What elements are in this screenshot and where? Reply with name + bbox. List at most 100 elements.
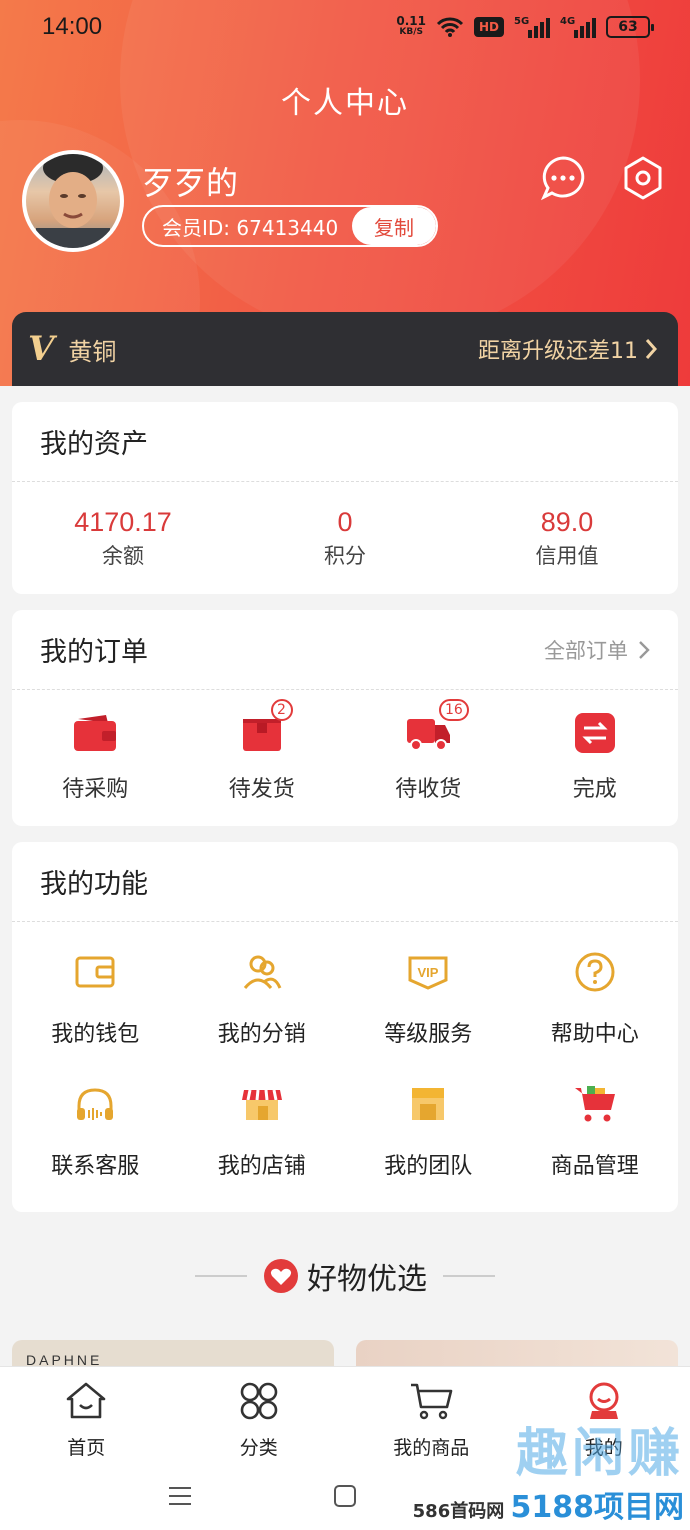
asset-value: 4170.17 (74, 506, 172, 537)
tab-label: 分类 (239, 1437, 278, 1459)
bottom-tab-bar: 首页 分类 我的商品 我的 (0, 1366, 690, 1462)
member-id-pill: 会员ID: 67413440 复制 (142, 205, 438, 247)
status-time: 14:00 (42, 13, 103, 40)
order-completed[interactable]: 完成 (512, 713, 679, 803)
wifi-icon (436, 17, 464, 37)
vip-level: 黄铜 (68, 337, 117, 366)
vip-logo-icon: V (28, 329, 55, 369)
grid-icon (240, 1382, 278, 1420)
func-label: 我的分销 (217, 1022, 306, 1047)
battery-icon: 63 (606, 16, 654, 38)
functions-title: 我的功能 (40, 869, 148, 900)
orders-card: 我的订单 全部订单 待采购 2 待发货 16 待收货 完成 (12, 610, 678, 826)
chevron-right-icon (639, 640, 650, 659)
divider (195, 1275, 247, 1277)
copy-button[interactable]: 复制 (352, 207, 436, 245)
order-label: 待采购 (62, 777, 129, 802)
member-id: 会员ID: 67413440 (162, 215, 339, 240)
assets-header: 我的资产 (12, 402, 678, 482)
func-my-team[interactable]: 我的团队 (345, 1074, 512, 1206)
asset-label: 余额 (102, 543, 144, 568)
page-title: 个人中心 (281, 86, 409, 121)
tab-home[interactable]: 首页 (0, 1367, 173, 1462)
order-pending-receipt[interactable]: 16 待收货 (345, 699, 512, 803)
asset-value: 89.0 (540, 506, 594, 537)
home-icon (66, 1382, 106, 1419)
users-icon (243, 955, 282, 989)
signal-5g-icon: 5G (514, 16, 550, 38)
system-nav-bar (0, 1462, 690, 1530)
order-pending-shipment[interactable]: 2 待发货 (179, 699, 346, 803)
order-badge: 2 (270, 699, 293, 721)
asset-balance[interactable]: 4170.17 余额 (12, 507, 234, 570)
func-label: 帮助中心 (550, 1022, 639, 1047)
tab-label: 我的 (584, 1437, 623, 1459)
exchange-icon (574, 713, 615, 753)
net-speed: 0.11 KB/S (396, 14, 426, 37)
tab-label: 我的商品 (393, 1437, 470, 1459)
func-my-store[interactable]: 我的店铺 (179, 1074, 346, 1206)
asset-value: 0 (337, 506, 353, 537)
upgrade-text: 距离升级还差11 (478, 339, 638, 364)
functions-card: 我的功能 我的钱包 我的分销 VIP 等级服务 帮助中心 联系客服 我的店铺 我… (12, 842, 678, 1212)
func-help-center[interactable]: 帮助中心 (512, 942, 679, 1074)
svg-text:VIP: VIP (418, 965, 439, 980)
func-label: 我的钱包 (51, 1022, 140, 1047)
func-label: 商品管理 (550, 1154, 639, 1179)
func-wallet[interactable]: 我的钱包 (12, 942, 179, 1074)
all-orders-link[interactable]: 全部订单 (544, 635, 650, 665)
profile-icon (589, 1382, 619, 1419)
order-label: 待收货 (395, 777, 462, 802)
cart-icon (411, 1383, 453, 1420)
menu-icon[interactable] (167, 1485, 193, 1507)
status-icons: 0.11 KB/S HD 5G 4G 63 (396, 14, 654, 38)
wallet-icon (75, 956, 115, 988)
tab-profile[interactable]: 我的 (518, 1367, 690, 1462)
func-distribution[interactable]: 我的分销 (179, 942, 346, 1074)
orders-title: 我的订单 (40, 637, 148, 668)
settings-icon[interactable] (620, 155, 666, 201)
tab-label: 首页 (67, 1437, 106, 1459)
order-badge: 16 (439, 699, 469, 721)
assets-title: 我的资产 (40, 429, 148, 460)
asset-label: 积分 (324, 543, 366, 568)
func-customer-service[interactable]: 联系客服 (12, 1074, 179, 1206)
vip-icon: VIP (408, 956, 448, 990)
order-pending-purchase[interactable]: 待采购 (12, 713, 179, 803)
headset-icon (77, 1088, 114, 1120)
help-icon (575, 952, 615, 992)
func-label: 等级服务 (384, 1022, 473, 1047)
func-level-service[interactable]: VIP 等级服务 (345, 942, 512, 1074)
func-label: 联系客服 (51, 1154, 140, 1179)
functions-header: 我的功能 (12, 842, 678, 922)
orders-header: 我的订单 全部订单 (12, 610, 678, 690)
username: 歹歹的 (142, 164, 239, 202)
order-label: 待发货 (228, 777, 295, 802)
home-button-icon[interactable] (333, 1484, 357, 1508)
tab-my-products[interactable]: 我的商品 (345, 1367, 518, 1462)
asset-credit[interactable]: 89.0 信用值 (456, 507, 678, 570)
asset-points[interactable]: 0 积分 (234, 507, 456, 570)
store-icon (241, 1089, 282, 1120)
assets-card: 我的资产 4170.17 余额 0 积分 89.0 信用值 (12, 402, 678, 594)
team-store-icon (412, 1088, 445, 1120)
order-label: 完成 (572, 777, 617, 802)
avatar[interactable] (22, 150, 124, 252)
status-bar: 14:00 0.11 KB/S HD 5G 4G 63 (0, 0, 690, 54)
cart-icon (574, 1086, 615, 1122)
vip-level-bar[interactable]: V 黄铜 距离升级还差11 (12, 312, 678, 386)
divider (443, 1275, 495, 1277)
signal-4g-icon: 4G (560, 16, 596, 38)
func-label: 我的团队 (384, 1154, 473, 1179)
featured-section-title: 好物优选 (0, 1254, 690, 1298)
heart-icon (264, 1259, 298, 1293)
func-label: 我的店铺 (217, 1154, 306, 1179)
tab-category[interactable]: 分类 (173, 1367, 346, 1462)
hd-badge: HD (473, 17, 504, 37)
asset-label: 信用值 (535, 543, 599, 568)
wallet-icon (74, 715, 117, 751)
message-icon[interactable] (540, 155, 586, 201)
func-product-management[interactable]: 商品管理 (512, 1074, 679, 1206)
chevron-right-icon (645, 339, 658, 359)
featured-title: 好物优选 (307, 1262, 427, 1297)
